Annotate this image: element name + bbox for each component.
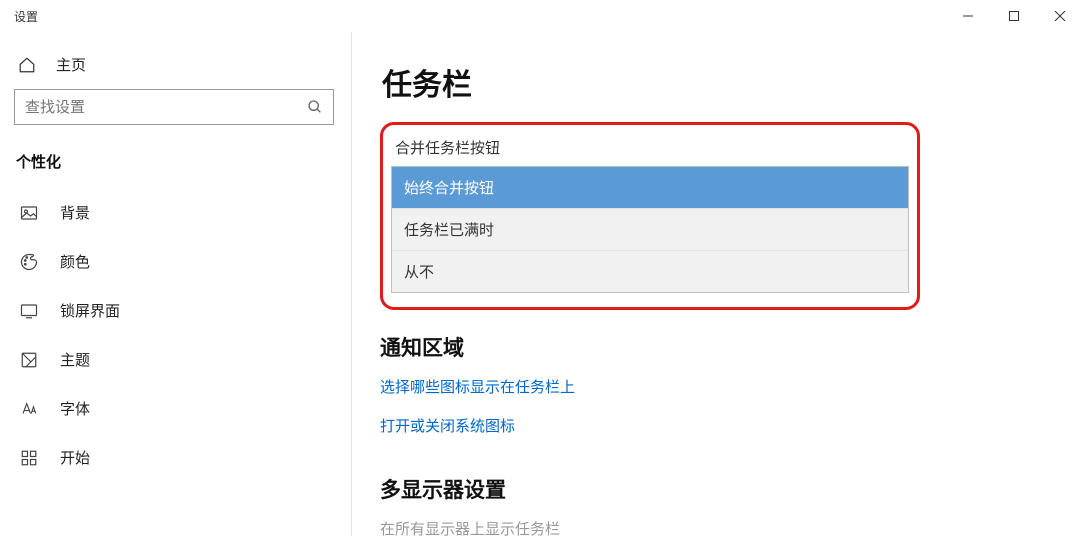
home-icon (18, 56, 36, 74)
font-icon (20, 400, 38, 418)
sidebar-item-colors[interactable]: 颜色 (0, 237, 351, 286)
search-box[interactable] (14, 89, 334, 125)
highlight-annotation: 合并任务栏按钮 始终合并按钮 任务栏已满时 从不 (380, 122, 920, 310)
link-toggle-system-icons[interactable]: 打开或关闭系统图标 (380, 415, 515, 436)
sidebar-item-label: 开始 (60, 447, 90, 468)
multidisplay-sub-label: 在所有显示器上显示任务栏 (380, 518, 1055, 536)
home-nav[interactable]: 主页 (0, 44, 351, 89)
home-label: 主页 (56, 54, 86, 75)
sidebar: 主页 个性化 背景 (0, 32, 352, 536)
sidebar-item-start[interactable]: 开始 (0, 433, 351, 482)
sidebar-item-label: 颜色 (60, 251, 90, 272)
sidebar-item-background[interactable]: 背景 (0, 188, 351, 237)
picture-icon (20, 204, 38, 222)
palette-icon (20, 253, 38, 271)
sidebar-section-label: 个性化 (0, 143, 351, 188)
option-label: 从不 (404, 264, 434, 281)
section-notification-area: 通知区域 (380, 332, 1055, 362)
lockscreen-icon (20, 302, 38, 320)
content-area: 任务栏 合并任务栏按钮 始终合并按钮 任务栏已满时 从不 通知区域 选择哪些图标… (352, 32, 1083, 536)
search-input[interactable] (25, 99, 307, 116)
sidebar-item-label: 背景 (60, 202, 90, 223)
dropdown-option-whenfull[interactable]: 任务栏已满时 (392, 208, 908, 250)
search-icon (307, 99, 323, 115)
option-label: 始终合并按钮 (404, 180, 494, 197)
sidebar-item-themes[interactable]: 主题 (0, 335, 351, 384)
window-title: 设置 (14, 8, 945, 25)
sidebar-item-label: 字体 (60, 398, 90, 419)
sidebar-item-lockscreen[interactable]: 锁屏界面 (0, 286, 351, 335)
dropdown-option-always[interactable]: 始终合并按钮 (392, 167, 908, 208)
combine-taskbar-dropdown[interactable]: 始终合并按钮 任务栏已满时 从不 (391, 166, 909, 293)
combine-taskbar-label: 合并任务栏按钮 (387, 137, 913, 166)
title-bar: 设置 (0, 0, 1083, 32)
close-button[interactable] (1037, 0, 1083, 32)
maximize-button[interactable] (991, 0, 1037, 32)
sidebar-item-label: 锁屏界面 (60, 300, 120, 321)
page-title: 任务栏 (380, 60, 1055, 104)
option-label: 任务栏已满时 (404, 222, 494, 239)
theme-icon (20, 351, 38, 369)
window-controls (945, 0, 1083, 32)
section-multi-display: 多显示器设置 (380, 474, 1055, 504)
start-icon (20, 449, 38, 467)
minimize-button[interactable] (945, 0, 991, 32)
link-select-taskbar-icons[interactable]: 选择哪些图标显示在任务栏上 (380, 376, 575, 397)
sidebar-item-label: 主题 (60, 349, 90, 370)
sidebar-item-fonts[interactable]: 字体 (0, 384, 351, 433)
dropdown-option-never[interactable]: 从不 (392, 250, 908, 292)
sidebar-nav: 背景 颜色 锁屏界面 (0, 188, 351, 482)
